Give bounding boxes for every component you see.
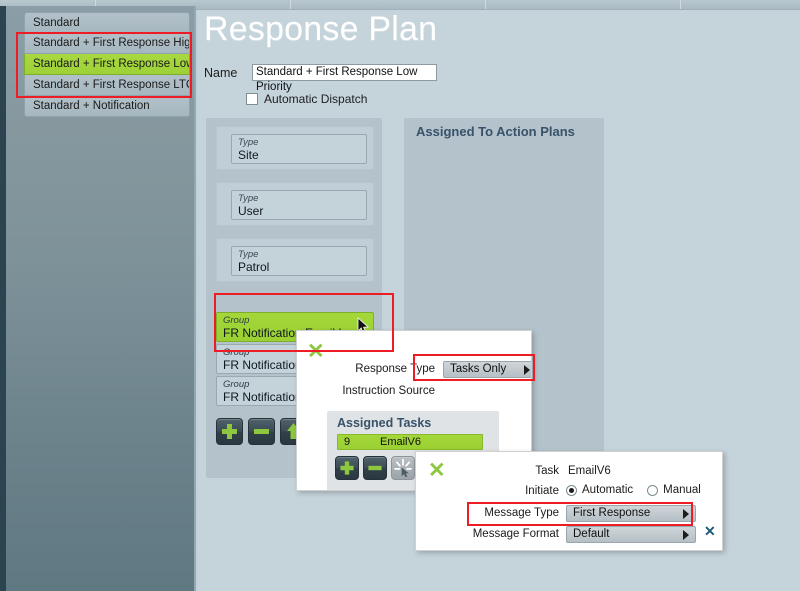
sidebar-item-standard[interactable]: Standard xyxy=(24,12,190,33)
sidebar-item-first-response-low[interactable]: Standard + First Response Low I xyxy=(24,54,190,75)
remove-task-button[interactable] xyxy=(363,456,387,480)
response-type-value: Tasks Only xyxy=(450,363,507,375)
add-task-button[interactable] xyxy=(335,456,359,480)
test-task-button[interactable] xyxy=(391,456,415,480)
task-row[interactable]: 9 EmailV6 xyxy=(337,434,483,450)
automatic-dispatch-label: Automatic Dispatch xyxy=(264,92,368,106)
group-field-value: FR Notification xyxy=(223,358,302,372)
sidebar-item-notification[interactable]: Standard + Notification xyxy=(24,96,190,117)
assigned-panel-header: Assigned To Action Plans xyxy=(416,124,575,139)
group-field-label: Group xyxy=(223,315,250,326)
automatic-dispatch-row: Automatic Dispatch xyxy=(246,92,367,106)
type-field[interactable]: Type User xyxy=(231,190,367,220)
chevron-right-icon xyxy=(683,530,689,540)
tab-divider xyxy=(485,0,486,9)
task-detail-dialog: ✕ Task EmailV6 Initiate Automatic Manual… xyxy=(415,451,723,551)
remove-group-button[interactable] xyxy=(248,418,275,445)
chevron-right-icon xyxy=(683,509,689,519)
add-group-button[interactable] xyxy=(216,418,243,445)
task-value: EmailV6 xyxy=(568,465,611,477)
response-type-label: Response Type xyxy=(355,363,435,375)
message-type-combo[interactable]: First Response xyxy=(566,505,696,522)
tab-divider xyxy=(290,0,291,9)
radio-manual[interactable] xyxy=(647,484,659,496)
automatic-dispatch-checkbox[interactable] xyxy=(246,93,258,105)
plus-icon xyxy=(222,424,237,439)
type-field-value: User xyxy=(238,204,264,218)
instruction-source-label: Instruction Source xyxy=(342,385,435,397)
message-type-label: Message Type xyxy=(484,507,559,519)
tab-divider xyxy=(680,0,681,9)
response-type-combo[interactable]: Tasks Only xyxy=(443,361,531,378)
message-format-combo[interactable]: Default xyxy=(566,526,696,543)
type-field-label: Type xyxy=(238,249,259,260)
radio-automatic[interactable] xyxy=(566,484,577,496)
app-window: Standard Standard + First Response High … xyxy=(0,0,800,591)
task-name: EmailV6 xyxy=(380,436,421,448)
response-plan-list: Standard Standard + First Response High … xyxy=(24,12,190,117)
radio-automatic-label: Automatic xyxy=(582,484,634,496)
chevron-right-icon xyxy=(524,365,530,375)
name-input[interactable]: Standard + First Response Low Priority xyxy=(252,64,437,93)
message-format-label: Message Format xyxy=(472,528,559,540)
minus-icon xyxy=(254,429,269,434)
page-title: Response Plan xyxy=(204,10,438,48)
type-field[interactable]: Type Site xyxy=(231,134,367,164)
task-number: 9 xyxy=(344,436,351,448)
close-icon[interactable]: ✕ xyxy=(307,341,325,362)
name-label: Name xyxy=(204,65,238,80)
sidebar-item-first-response-high[interactable]: Standard + First Response High xyxy=(24,33,190,54)
group-field-label: Group xyxy=(223,347,250,358)
type-field-label: Type xyxy=(238,137,259,148)
initiate-radio-group: Automatic Manual xyxy=(566,484,710,496)
tasks-toolbar xyxy=(335,456,415,480)
type-field-value: Patrol xyxy=(238,260,270,274)
assigned-tasks-header: Assigned Tasks xyxy=(337,416,432,430)
group-toolbar xyxy=(216,418,307,445)
clear-message-format-icon[interactable]: ✕ xyxy=(704,524,716,538)
initiate-label: Initiate xyxy=(525,485,559,497)
type-field[interactable]: Type Patrol xyxy=(231,246,367,276)
minus-icon xyxy=(368,465,382,471)
plus-icon xyxy=(340,461,354,475)
group-field-value: FR Notification xyxy=(223,390,302,404)
type-field-label: Type xyxy=(238,193,259,204)
message-format-value: Default xyxy=(573,528,610,540)
type-field-value: Site xyxy=(238,148,259,162)
radio-manual-label: Manual xyxy=(663,484,701,496)
type-row-user[interactable]: Type User xyxy=(216,182,374,226)
task-label: Task xyxy=(535,465,559,477)
sidebar-item-first-response-ltc[interactable]: Standard + First Response LTC xyxy=(24,75,190,96)
sparkle-icon xyxy=(394,458,412,478)
sidebar: Standard Standard + First Response High … xyxy=(0,6,196,591)
group-field-label: Group xyxy=(223,379,250,390)
type-row-site[interactable]: Type Site xyxy=(216,126,374,170)
message-type-value: First Response xyxy=(573,507,651,519)
name-row: Name Standard + First Response Low Prior… xyxy=(204,64,437,93)
type-row-patrol[interactable]: Type Patrol xyxy=(216,238,374,282)
